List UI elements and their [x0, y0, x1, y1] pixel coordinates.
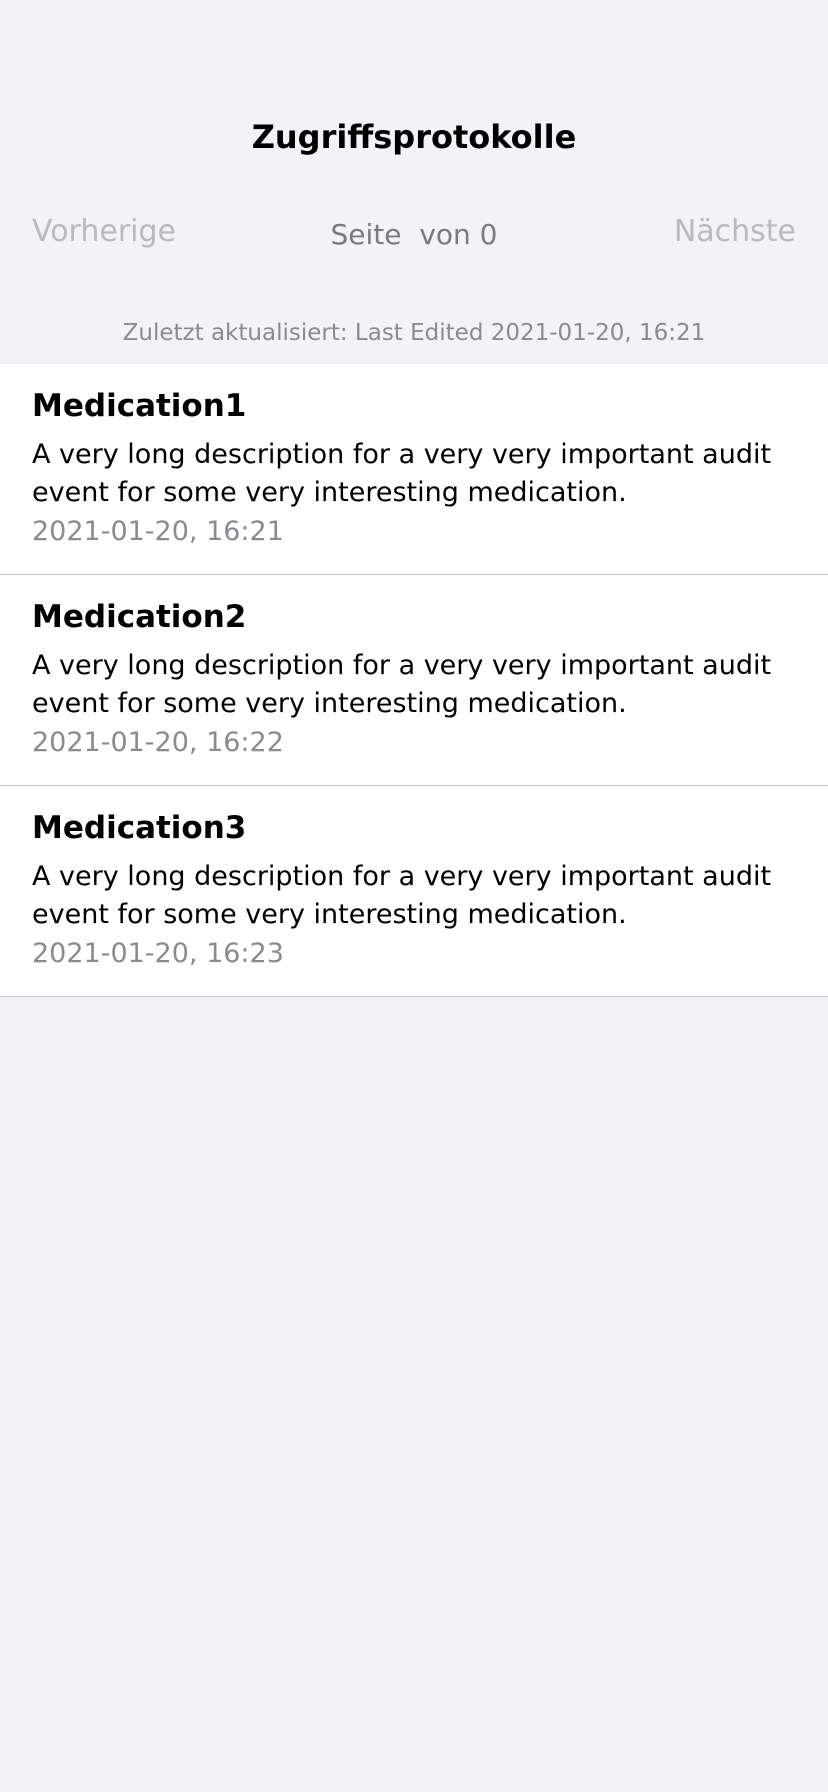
- pagination-bar: Vorherige Seite von 0 Nächste: [0, 214, 828, 258]
- last-updated-status: Zuletzt aktualisiert: Last Edited 2021-0…: [122, 320, 706, 346]
- audit-log-screen: Zugriffsprotokolle Vorherige Seite von 0…: [0, 0, 828, 1792]
- list-item[interactable]: Medication1 A very long description for …: [0, 364, 828, 575]
- list-item-timestamp: 2021-01-20, 16:22: [32, 727, 284, 758]
- list-item-description: A very long description for a very very …: [32, 439, 772, 508]
- page-title: Zugriffsprotokolle: [251, 118, 577, 156]
- list-item-description: A very long description for a very very …: [32, 861, 772, 930]
- list-item-timestamp: 2021-01-20, 16:21: [32, 516, 284, 547]
- list-item-title: Medication3: [32, 810, 247, 846]
- next-page-button[interactable]: Nächste: [674, 214, 796, 249]
- list-item-title: Medication2: [32, 599, 247, 635]
- list-item-description: A very long description for a very very …: [32, 650, 772, 719]
- list-item-title: Medication1: [32, 388, 247, 424]
- list-item-timestamp: 2021-01-20, 16:23: [32, 938, 284, 969]
- previous-page-button[interactable]: Vorherige: [32, 214, 176, 249]
- page-label: Seite: [330, 218, 402, 251]
- list-item[interactable]: Medication3 A very long description for …: [0, 786, 828, 997]
- audit-event-list: Medication1 A very long description for …: [0, 364, 828, 997]
- list-item[interactable]: Medication2 A very long description for …: [0, 575, 828, 786]
- page-total: von 0: [419, 218, 498, 251]
